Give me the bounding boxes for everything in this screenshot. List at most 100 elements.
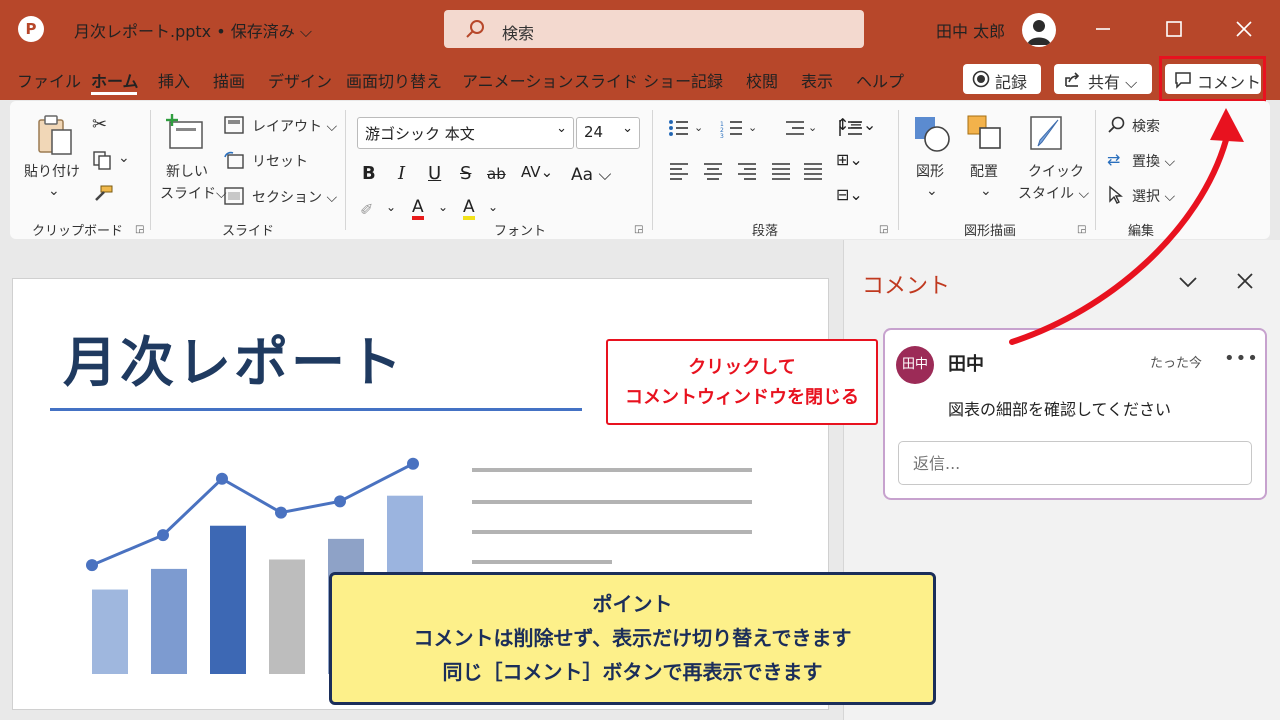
paragraph-group-label: 段落 [752, 224, 779, 239]
reply-input[interactable] [898, 441, 1252, 485]
new-slide-label-1[interactable]: 新しい [166, 161, 208, 181]
text-shadow-icon[interactable]: ab [487, 165, 506, 183]
svg-text:⌄: ⌄ [748, 121, 757, 134]
layout-icon[interactable] [224, 116, 244, 134]
search-box[interactable]: 検索 [444, 10, 864, 48]
clipboard-launcher-icon[interactable]: ◲ [135, 224, 144, 235]
new-slide-label-2[interactable]: スライド⌵ [160, 183, 227, 203]
minimize-button[interactable] [1088, 14, 1118, 44]
layout-button[interactable]: レイアウト ⌵ [252, 116, 337, 136]
callout-red-line2: コメントウィンドウを閉じる [625, 387, 859, 408]
callout-red-line1: クリックして [688, 357, 796, 378]
svg-text:3: 3 [720, 133, 724, 138]
menu-insert[interactable]: 挿入 [158, 68, 190, 92]
smartart-icon[interactable]: ⊟⌄ [836, 185, 863, 204]
select-button[interactable]: 選択 ⌵ [1132, 186, 1175, 206]
quick-styles-label-1[interactable]: クイック [1028, 161, 1084, 181]
share-button[interactable]: 共有 ⌵ [1054, 64, 1152, 94]
document-title[interactable]: 月次レポート.pptx • 保存済み ⌵ [74, 18, 312, 42]
line-spacing-icon[interactable]: ↕≡⌄ [836, 115, 876, 134]
format-painter-icon[interactable] [92, 184, 114, 204]
chevron-down-icon[interactable]: ⌄ [438, 200, 448, 214]
section-icon[interactable] [224, 187, 244, 205]
separator [898, 110, 899, 230]
chevron-down-icon[interactable]: ⌄ [386, 200, 396, 214]
user-name[interactable]: 田中 太郎 [936, 18, 1005, 42]
person-icon [1027, 20, 1051, 45]
close-window-button[interactable] [1229, 14, 1259, 44]
section-button[interactable]: セクション ⌵ [252, 187, 337, 207]
new-slide-icon[interactable] [164, 114, 206, 152]
paragraph-launcher-icon[interactable]: ◲ [879, 224, 888, 235]
comment-timestamp: たった今 [1150, 356, 1203, 371]
menu-help[interactable]: ヘルプ [856, 68, 904, 92]
close-pane-icon[interactable] [1235, 271, 1255, 291]
editing-group-label: 編集 [1128, 224, 1155, 239]
chevron-down-icon[interactable] [1177, 272, 1199, 292]
text-direction-icon[interactable]: ⊞⌄ [836, 150, 863, 169]
menu-view[interactable]: 表示 [801, 68, 833, 92]
record-icon [972, 70, 990, 88]
record-label: 記録 [995, 73, 1028, 92]
comment-author: 田中 [948, 354, 984, 375]
font-launcher-icon[interactable]: ◲ [634, 224, 643, 235]
arrange-label[interactable]: 配置 [970, 161, 998, 181]
more-options-icon[interactable]: ••• [1224, 348, 1259, 369]
copy-dropdown-icon[interactable]: ⌄ [118, 150, 130, 166]
svg-text:⌄: ⌄ [694, 121, 703, 134]
title-underline [50, 408, 582, 411]
change-case-dropdown[interactable]: Aa ⌵ [571, 165, 611, 185]
menu-design[interactable]: デザイン [268, 68, 332, 92]
chevron-down-icon[interactable]: ⌄ [488, 200, 498, 214]
font-color-icon[interactable]: A [412, 198, 424, 220]
arrange-icon[interactable] [966, 114, 1004, 154]
menu-record[interactable]: 記録 [691, 68, 723, 92]
menu-review[interactable]: 校閲 [746, 68, 778, 92]
chart-line [91, 462, 414, 567]
underline-icon[interactable]: U [428, 163, 441, 184]
menu-slideshow[interactable]: スライド ショー [574, 68, 691, 92]
user-avatar[interactable] [1022, 13, 1056, 47]
select-cursor-icon[interactable] [1108, 185, 1124, 205]
menu-draw[interactable]: 描画 [213, 68, 245, 92]
quick-styles-label-2[interactable]: スタイル ⌵ [1018, 183, 1089, 203]
font-name-dropdown[interactable]: 游ゴシック 本文 ⌄ [357, 117, 574, 149]
menu-transitions[interactable]: 画面切り替え [346, 68, 442, 92]
bold-icon[interactable]: B [362, 163, 376, 184]
callout-point-note: ポイント コメントは削除せず、表示だけ切り替えできます 同じ［コメント］ボタンで… [329, 572, 936, 705]
paste-label[interactable]: 貼り付け [24, 161, 80, 181]
font-name-value: 游ゴシック 本文 [365, 125, 475, 143]
find-button[interactable]: 検索 [1132, 116, 1160, 136]
slide-title[interactable]: 月次レポート [63, 318, 405, 397]
record-button[interactable]: 記録 [963, 64, 1041, 94]
font-size-dropdown[interactable]: 24 ⌄ [576, 117, 640, 149]
highlighter-icon[interactable]: ✐ [360, 200, 373, 219]
menu-animations[interactable]: アニメーション [462, 68, 573, 92]
find-icon[interactable] [1107, 115, 1127, 135]
reset-icon[interactable] [224, 151, 244, 169]
chart-bar [92, 589, 128, 674]
drawing-launcher-icon[interactable]: ◲ [1077, 224, 1086, 235]
replace-button[interactable]: 置換 ⌵ [1132, 151, 1175, 171]
character-spacing-icon[interactable]: AV⌄ [521, 163, 553, 181]
maximize-button[interactable] [1159, 14, 1189, 44]
shapes-label[interactable]: 図形 [916, 161, 944, 181]
shapes-icon[interactable] [912, 114, 952, 154]
copy-icon[interactable] [92, 150, 112, 170]
paste-icon[interactable] [36, 114, 74, 156]
chevron-down-icon[interactable]: ⌄ [926, 183, 938, 199]
alignment-buttons[interactable] [668, 160, 828, 182]
reset-button[interactable]: リセット [252, 151, 308, 171]
highlight-color-icon[interactable]: A [463, 198, 475, 220]
paste-dropdown-icon[interactable]: ⌄ [48, 183, 60, 199]
quick-styles-icon[interactable] [1028, 114, 1068, 154]
strikethrough-icon[interactable]: S [460, 163, 471, 184]
cut-icon[interactable]: ✂ [92, 114, 107, 135]
replace-icon[interactable]: ⇄ [1107, 150, 1120, 169]
chevron-down-icon[interactable]: ⌄ [980, 183, 992, 199]
italic-icon[interactable]: I [398, 163, 405, 184]
menu-file[interactable]: ファイル [17, 68, 81, 92]
callout-yellow-line2: コメントは削除せず、表示だけ切り替えできます [413, 626, 852, 650]
separator [345, 110, 346, 230]
menu-home[interactable]: ホーム [91, 68, 139, 92]
